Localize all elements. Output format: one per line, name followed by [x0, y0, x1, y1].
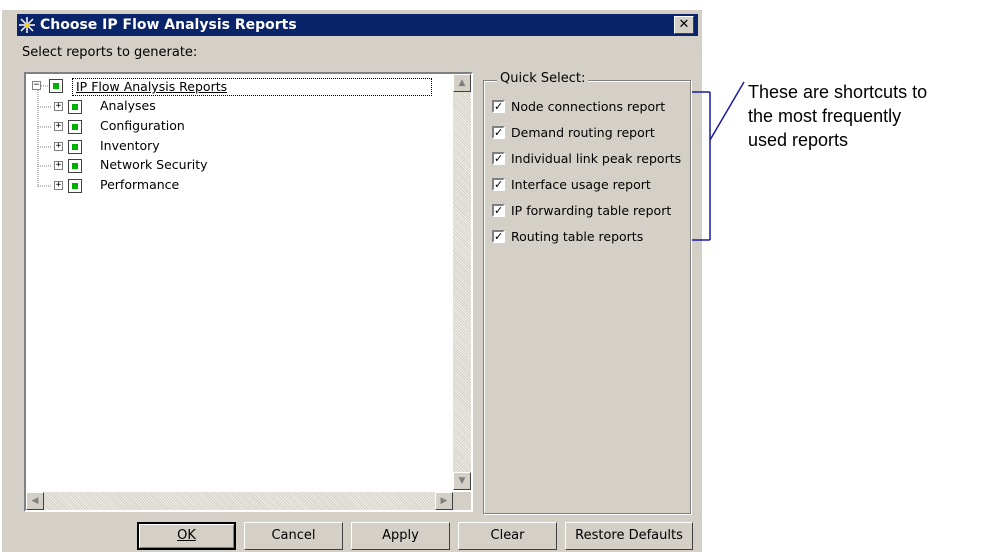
quick-select-group	[483, 80, 691, 514]
expand-icon[interactable]: +	[54, 181, 63, 190]
scroll-right-icon[interactable]: ▶	[435, 492, 453, 510]
report-folder-icon	[68, 159, 82, 173]
checkbox-label: Node connections report	[511, 99, 666, 114]
callout-bracket	[692, 81, 745, 241]
checkbox-label: Routing table reports	[511, 229, 644, 244]
clear-label: Clear	[490, 528, 525, 543]
apply-label: Apply	[382, 528, 419, 543]
scrollbar-corner	[453, 492, 471, 510]
tree-item-network-security[interactable]: Network Security	[100, 157, 208, 175]
quick-select-legend: Quick Select:	[497, 71, 589, 86]
collapse-icon[interactable]: −	[32, 81, 41, 90]
checkbox[interactable]: ✓	[492, 178, 505, 191]
cancel-label: Cancel	[271, 528, 316, 543]
report-folder-icon	[68, 179, 82, 193]
report-folder-icon	[68, 120, 82, 134]
restore-defaults-label: Restore Defaults	[575, 528, 683, 543]
restore-defaults-button[interactable]: Restore Defaults	[565, 522, 693, 550]
report-folder-icon	[68, 100, 82, 114]
checkbox[interactable]: ✓	[492, 204, 505, 217]
expand-icon[interactable]: +	[54, 122, 63, 131]
annotation-line: the most frequently	[748, 106, 902, 126]
tree-root-item[interactable]: IP Flow Analysis Reports	[72, 78, 432, 96]
horizontal-scrollbar[interactable]: ◀ ▶	[26, 492, 453, 510]
expand-icon[interactable]: +	[54, 142, 63, 151]
clear-button[interactable]: Clear	[458, 522, 557, 550]
tree-content: − IP Flow Analysis Reports + Analyses + …	[26, 74, 453, 490]
report-tree[interactable]: − IP Flow Analysis Reports + Analyses + …	[24, 72, 473, 512]
apply-button[interactable]: Apply	[351, 522, 450, 550]
close-icon: ✕	[678, 17, 690, 32]
checkbox[interactable]: ✓	[492, 230, 505, 243]
tree-item-configuration[interactable]: Configuration	[100, 118, 185, 136]
checkbox-label: Individual link peak reports	[511, 151, 682, 166]
ok-label: OK	[177, 528, 196, 543]
ok-button[interactable]: OK	[137, 522, 236, 550]
vertical-scrollbar[interactable]: ▲ ▼	[453, 74, 471, 490]
checkbox-label: Demand routing report	[511, 125, 655, 140]
expand-icon[interactable]: +	[54, 161, 63, 170]
expand-icon[interactable]: +	[54, 102, 63, 111]
tree-root-label: IP Flow Analysis Reports	[76, 79, 228, 94]
report-folder-icon	[49, 79, 63, 93]
checkbox[interactable]: ✓	[492, 126, 505, 139]
annotation-text: These are shortcuts to the most frequent…	[748, 80, 927, 152]
checkbox-label: Interface usage report	[511, 177, 651, 192]
cancel-button[interactable]: Cancel	[244, 522, 343, 550]
tree-item-analyses[interactable]: Analyses	[100, 98, 156, 116]
scroll-left-icon[interactable]: ◀	[26, 492, 44, 510]
checkbox[interactable]: ✓	[492, 100, 505, 113]
annotation-line: used reports	[748, 130, 849, 150]
window-title: Choose IP Flow Analysis Reports	[40, 17, 297, 33]
tree-item-inventory[interactable]: Inventory	[100, 138, 160, 156]
annotation-line: These are shortcuts to	[748, 82, 928, 102]
scroll-down-icon[interactable]: ▼	[453, 472, 471, 490]
close-button[interactable]: ✕	[674, 16, 694, 34]
checkbox-label: IP forwarding table report	[511, 203, 672, 218]
scroll-up-icon[interactable]: ▲	[453, 74, 471, 92]
report-folder-icon	[68, 140, 82, 154]
select-reports-label: Select reports to generate:	[22, 45, 198, 60]
title-bar[interactable]: Choose IP Flow Analysis Reports ✕	[17, 14, 698, 36]
app-icon	[17, 14, 37, 36]
checkbox[interactable]: ✓	[492, 152, 505, 165]
tree-item-performance[interactable]: Performance	[100, 177, 179, 195]
